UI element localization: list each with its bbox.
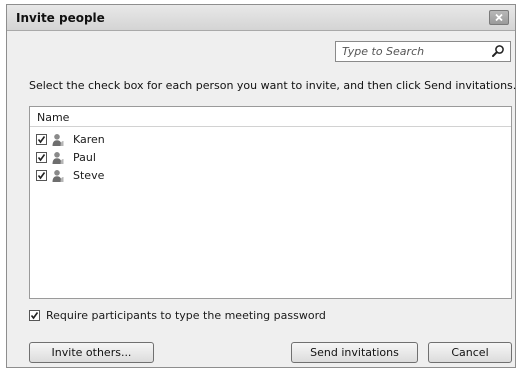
person-icon (52, 169, 64, 182)
checkmark-icon (37, 172, 46, 180)
people-list: Name Karen Paul Steve (29, 106, 512, 299)
close-button[interactable] (489, 10, 509, 25)
list-item-steve[interactable]: Steve (36, 167, 104, 184)
search-icon[interactable] (491, 44, 505, 58)
close-icon (495, 13, 503, 22)
dialog-title: Invite people (16, 11, 105, 25)
list-item-label: Paul (73, 151, 96, 164)
invite-others-button[interactable]: Invite others... (29, 342, 154, 363)
search-input[interactable] (336, 42, 492, 61)
require-password-label: Require participants to type the meeting… (46, 309, 326, 322)
checkmark-icon (37, 136, 46, 144)
send-invitations-button[interactable]: Send invitations (291, 342, 418, 363)
list-item-karen[interactable]: Karen (36, 131, 105, 148)
list-item-paul[interactable]: Paul (36, 149, 96, 166)
name-column-label: Name (37, 111, 70, 124)
cancel-button[interactable]: Cancel (428, 342, 512, 363)
checkbox-steve[interactable] (36, 170, 47, 181)
instructions-text: Select the check box for each person you… (29, 79, 517, 92)
checkbox-paul[interactable] (36, 152, 47, 163)
require-password-option[interactable]: Require participants to type the meeting… (29, 308, 326, 323)
require-password-checkbox[interactable] (29, 310, 40, 321)
person-icon (52, 151, 64, 164)
person-icon (52, 133, 64, 146)
title-bar: Invite people (7, 5, 515, 31)
list-column-header[interactable]: Name (30, 107, 511, 127)
invite-people-dialog: Invite people Select the check box for e… (6, 4, 516, 368)
list-item-label: Karen (73, 133, 105, 146)
list-item-label: Steve (73, 169, 105, 182)
search-box (335, 41, 511, 62)
checkmark-icon (30, 312, 39, 320)
checkmark-icon (37, 154, 46, 162)
checkbox-karen[interactable] (36, 134, 47, 145)
